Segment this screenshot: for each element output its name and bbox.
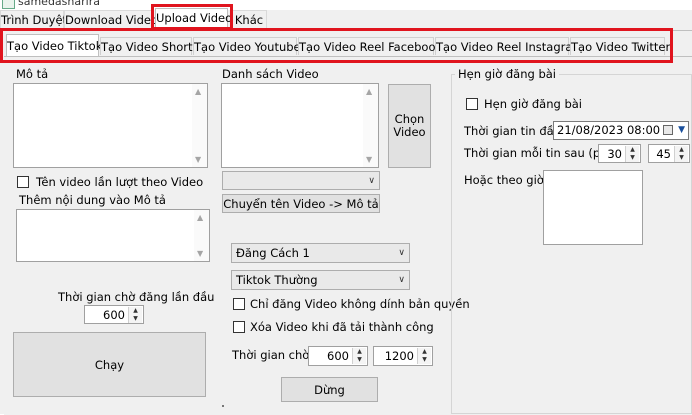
scroll-up-icon[interactable]: ▲ [366,87,372,96]
dropdown-arrow-icon[interactable]: ▼ [678,122,685,139]
wait-label: Thời gian chờ [232,348,310,362]
first-post-label: Thời gian tin đầu [464,124,561,138]
post-method-value: Đăng Cách 1 [236,246,310,260]
description-label: Mô tả [16,67,49,81]
tiktok-mode-value: Tiktok Thường [236,273,318,287]
wait-min-value: 600 [327,349,349,363]
video-list-scrollbar[interactable]: ▲ ▼ [363,84,378,167]
tab-download-video[interactable]: Download Video [64,10,158,29]
spinner-icon[interactable]: ▲ ▼ [352,348,366,364]
chevron-down-icon[interactable]: ∨ [398,271,405,289]
interval-input-b[interactable]: 45 ▲ ▼ [648,144,690,163]
video-list-box[interactable]: ▲ ▼ [221,83,379,168]
first-post-value: 21/08/2023 08:00 [557,123,661,137]
delete-after-label: Xóa Video khi đã tải thành công [250,320,434,334]
no-copyright-label: Chỉ đăng Video không dính bản quyền [250,297,470,311]
append-scrollbar[interactable]: ▲ ▼ [194,210,209,261]
scroll-up-icon[interactable]: ▲ [197,213,203,222]
schedule-enable-checkbox[interactable] [466,98,478,110]
scroll-down-icon[interactable]: ▼ [195,155,201,164]
interval-input-a[interactable]: 30 ▲ ▼ [598,144,641,163]
subtab-reel-facebook[interactable]: Tạo Video Reel Facebook [298,37,442,55]
tab-upload-video[interactable]: Upload Video [155,8,232,29]
rename-checkbox[interactable] [17,176,29,188]
window-title: samedasharira [18,0,100,8]
rename-checkbox-label: Tên video lần lượt theo Video [36,175,204,189]
interval-a-value: 30 [607,147,622,161]
subtab-tiktok[interactable]: Tạo Video Tiktok [6,34,102,56]
append-textarea[interactable]: ▲ ▼ [16,209,210,262]
subtab-youtube[interactable]: Tạo Video Youtube [193,37,301,55]
subtab-reel-instagram[interactable]: Tạo Video Reel Instagram [435,37,584,55]
scroll-up-icon[interactable]: ▲ [195,87,201,96]
chevron-down-icon[interactable]: ∨ [398,244,405,262]
stop-button[interactable]: Dừng [281,377,378,402]
tab-khac[interactable]: Khác [231,10,267,29]
spinner-icon[interactable]: ▲ ▼ [128,307,142,323]
description-textarea[interactable]: ▲ ▼ [13,83,208,168]
app-icon [2,0,15,9]
wait-min-input[interactable]: 600 ▲ ▼ [308,346,368,366]
tab-trinh-duyet[interactable]: Trình Duyệt [0,10,67,29]
video-combo[interactable]: ∨ [222,171,380,190]
choose-video-button[interactable]: Chọn Video [388,84,431,168]
first-post-datetime[interactable]: 21/08/2023 08:00 ▼ [553,121,689,140]
or-time-list[interactable] [543,170,643,245]
description-scrollbar[interactable]: ▲ ▼ [192,84,207,167]
chevron-down-icon[interactable]: ∨ [368,172,375,190]
append-label: Thêm nội dung vào Mô tả [19,193,166,207]
wait-max-value: 1200 [384,349,414,363]
first-wait-input[interactable]: 600 ▲ ▼ [84,305,144,324]
spinner-icon[interactable]: ▲ ▼ [625,146,639,162]
post-method-select[interactable]: Đăng Cách 1 ∨ [231,243,410,263]
title-bar: samedasharira [0,0,692,10]
stray-dot [222,405,224,407]
video-list-label: Danh sách Video [222,67,319,81]
transfer-name-button[interactable]: Chuyển tên Video -> Mô tả [222,194,380,213]
run-button[interactable]: Chạy [13,332,206,397]
interval-b-value: 45 [656,147,671,161]
spinner-icon[interactable]: ▲ ▼ [417,348,431,364]
subtab-shorts[interactable]: Tạo Video Shorts [100,37,199,55]
wait-max-input[interactable]: 1200 ▲ ▼ [373,346,433,366]
spinner-icon[interactable]: ▲ ▼ [674,146,688,162]
first-wait-value: 600 [103,308,125,322]
scroll-down-icon[interactable]: ▼ [366,155,372,164]
schedule-enable-label: Hẹn giờ đăng bài [484,97,582,111]
no-copyright-checkbox[interactable] [233,298,245,310]
subtab-twitter[interactable]: Tạo Video Twitter [570,37,670,55]
tiktok-mode-select[interactable]: Tiktok Thường ∨ [231,270,410,290]
first-wait-label: Thời gian chờ đăng lần đầu [58,290,215,304]
calendar-icon[interactable] [663,125,673,135]
delete-after-checkbox[interactable] [233,321,245,333]
schedule-group-title: Hẹn giờ đăng bài [455,67,559,81]
or-time-label: Hoặc theo giờ [464,173,544,187]
scroll-down-icon[interactable]: ▼ [197,249,203,258]
